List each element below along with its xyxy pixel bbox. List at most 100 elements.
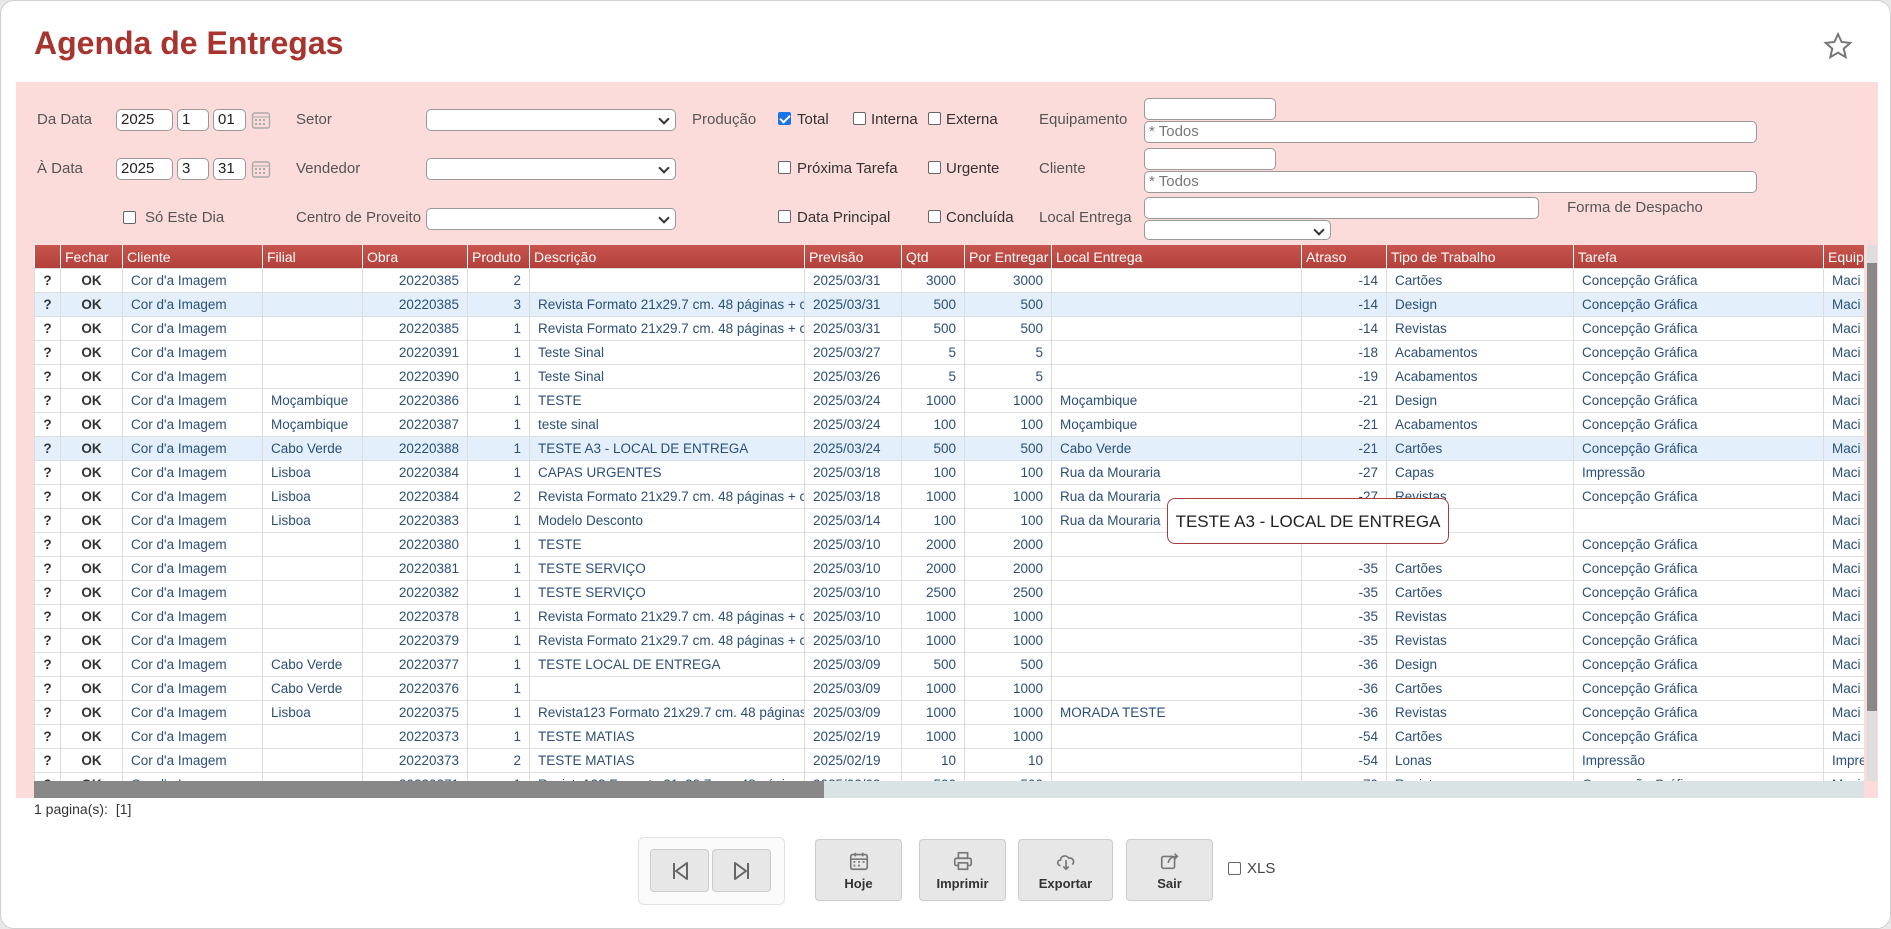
calendar-icon[interactable] (251, 110, 271, 130)
help-cell[interactable]: ? (34, 604, 61, 629)
interna-checkbox[interactable] (853, 112, 866, 125)
centro-proveito-select[interactable] (426, 208, 676, 230)
help-cell[interactable]: ? (34, 268, 61, 293)
help-cell[interactable]: ? (34, 388, 61, 413)
help-cell[interactable]: ? (34, 292, 61, 317)
column-header[interactable] (34, 245, 61, 269)
concluida-checkbox[interactable] (928, 210, 941, 223)
data-grid[interactable]: Fechar Cliente Filial Obra Produto Descrição P… (34, 245, 1864, 781)
help-cell[interactable]: ? (34, 340, 61, 365)
table-row[interactable]: ? OK Cor d'a Imagem 20220385 1 Revista Format… (34, 316, 1864, 341)
help-cell[interactable]: ? (34, 532, 61, 557)
setor-select[interactable] (426, 109, 676, 131)
help-cell[interactable]: ? (34, 580, 61, 605)
equipamento-input[interactable]: * Todos (1144, 121, 1757, 143)
total-checkbox[interactable] (778, 112, 791, 125)
help-cell[interactable]: ? (34, 460, 61, 485)
table-row[interactable]: ? OK Cor d'a Imagem Lisboa 20220384 2 Revista … (34, 484, 1864, 509)
close-ok-button[interactable]: OK (60, 268, 123, 293)
externa-checkbox[interactable] (928, 112, 941, 125)
table-row[interactable]: ? OK Cor d'a Imagem 20220390 1 Teste Sinal 202… (34, 364, 1864, 389)
table-row[interactable]: ? OK Cor d'a Imagem Moçambique 20220386 1 TEST… (34, 388, 1864, 413)
vendedor-select[interactable] (426, 158, 676, 180)
help-cell[interactable]: ? (34, 316, 61, 341)
table-row[interactable]: ? OK Cor d'a Imagem 20220382 1 TESTE SERVIÇO 2… (34, 580, 1864, 605)
a-data-month-input[interactable]: 3 (177, 158, 209, 180)
urgente-checkbox[interactable] (928, 161, 941, 174)
column-header[interactable]: Qtd (901, 245, 965, 269)
close-ok-button[interactable]: OK (60, 340, 123, 365)
close-ok-button[interactable]: OK (60, 364, 123, 389)
a-data-day-input[interactable]: 31 (213, 158, 246, 180)
close-ok-button[interactable]: OK (60, 772, 123, 781)
column-header[interactable]: Cliente (122, 245, 263, 269)
close-ok-button[interactable]: OK (60, 700, 123, 725)
table-row[interactable]: ? OK Cor d'a Imagem Cabo Verde 20220376 1 2025… (34, 676, 1864, 701)
cliente-code-input[interactable] (1144, 148, 1276, 170)
help-cell[interactable]: ? (34, 652, 61, 677)
favorite-star-icon[interactable] (1823, 31, 1853, 61)
close-ok-button[interactable]: OK (60, 724, 123, 749)
close-ok-button[interactable]: OK (60, 508, 123, 533)
first-page-button[interactable] (650, 849, 709, 892)
column-header[interactable]: Tarefa (1573, 245, 1824, 269)
help-cell[interactable]: ? (34, 700, 61, 725)
proxima-tarefa-checkbox[interactable] (778, 161, 791, 174)
close-ok-button[interactable]: OK (60, 292, 123, 317)
help-cell[interactable]: ? (34, 412, 61, 437)
table-row[interactable]: ? OK Cor d'a Imagem 20220385 2 2025/03/31 3000… (34, 268, 1864, 293)
equipamento-code-input[interactable] (1144, 98, 1276, 120)
horizontal-scrollbar-thumb[interactable] (34, 781, 824, 798)
table-row[interactable]: ? OK Cor d'a Imagem 20220373 2 TESTE MATIAS 20… (34, 748, 1864, 773)
table-row[interactable]: ?OKCor d'a Imagem 202203711Revista123 For… (34, 772, 1864, 781)
column-header[interactable]: Produto (467, 245, 530, 269)
page-link[interactable]: [1] (116, 801, 132, 817)
calendar-icon[interactable] (251, 159, 271, 179)
help-cell[interactable]: ? (34, 484, 61, 509)
close-ok-button[interactable]: OK (60, 676, 123, 701)
close-ok-button[interactable]: OK (60, 748, 123, 773)
close-ok-button[interactable]: OK (60, 316, 123, 341)
column-header[interactable]: Tipo de Trabalho (1386, 245, 1574, 269)
table-row[interactable]: ? OK Cor d'a Imagem 20220391 1 Teste Sinal 202… (34, 340, 1864, 365)
table-row[interactable]: ? OK Cor d'a Imagem 20220380 1 TESTE 2025/03/1… (34, 532, 1864, 557)
close-ok-button[interactable]: OK (60, 388, 123, 413)
table-row[interactable]: ? OK Cor d'a Imagem Cabo Verde 20220377 1 TEST… (34, 652, 1864, 677)
close-ok-button[interactable]: OK (60, 436, 123, 461)
table-row[interactable]: ? OK Cor d'a Imagem 20220379 1 Revista Format… (34, 628, 1864, 653)
table-row[interactable]: ? OK Cor d'a Imagem Lisboa 20220375 1 Revista1… (34, 700, 1864, 725)
column-header[interactable]: Previsão (804, 245, 902, 269)
da-data-month-input[interactable]: 1 (177, 109, 209, 131)
close-ok-button[interactable]: OK (60, 652, 123, 677)
help-cell[interactable]: ? (34, 748, 61, 773)
da-data-day-input[interactable]: 01 (213, 109, 246, 131)
vertical-scrollbar-thumb[interactable] (1867, 263, 1877, 711)
data-principal-checkbox[interactable] (778, 210, 791, 223)
local-entrega-input[interactable] (1144, 197, 1539, 219)
close-ok-button[interactable]: OK (60, 580, 123, 605)
help-cell[interactable]: ? (34, 676, 61, 701)
table-row[interactable]: ? OK Cor d'a Imagem Lisboa 20220383 1 Modelo D… (34, 508, 1864, 533)
table-row[interactable]: ? OK Cor d'a Imagem 20220381 1 TESTE SERVIÇO 2… (34, 556, 1864, 581)
help-cell[interactable]: ? (34, 724, 61, 749)
column-header[interactable]: Atraso (1301, 245, 1387, 269)
sair-button[interactable]: Sair (1126, 839, 1213, 901)
hoje-button[interactable]: Hoje (815, 839, 902, 901)
table-row[interactable]: ? OK Cor d'a Imagem 20220373 1 TESTE MATIAS 20… (34, 724, 1864, 749)
cliente-input[interactable]: * Todos (1144, 171, 1757, 193)
column-header[interactable]: Fechar (60, 245, 123, 269)
column-header[interactable]: Obra (362, 245, 468, 269)
imprimir-button[interactable]: Imprimir (919, 839, 1006, 901)
forma-despacho-select[interactable] (1144, 220, 1331, 240)
column-header[interactable]: Descrição (529, 245, 805, 269)
close-ok-button[interactable]: OK (60, 532, 123, 557)
table-row[interactable]: ? OK Cor d'a Imagem Lisboa 20220384 1 CAPAS UR… (34, 460, 1864, 485)
column-header[interactable]: Local Entrega (1051, 245, 1302, 269)
help-cell[interactable]: ? (34, 508, 61, 533)
exportar-button[interactable]: Exportar (1018, 839, 1113, 901)
table-row[interactable]: ? OK Cor d'a Imagem Cabo Verde 20220388 1 TEST… (34, 436, 1864, 461)
help-cell[interactable]: ? (34, 556, 61, 581)
help-cell[interactable]: ? (34, 364, 61, 389)
close-ok-button[interactable]: OK (60, 460, 123, 485)
a-data-year-input[interactable]: 2025 (116, 158, 173, 180)
